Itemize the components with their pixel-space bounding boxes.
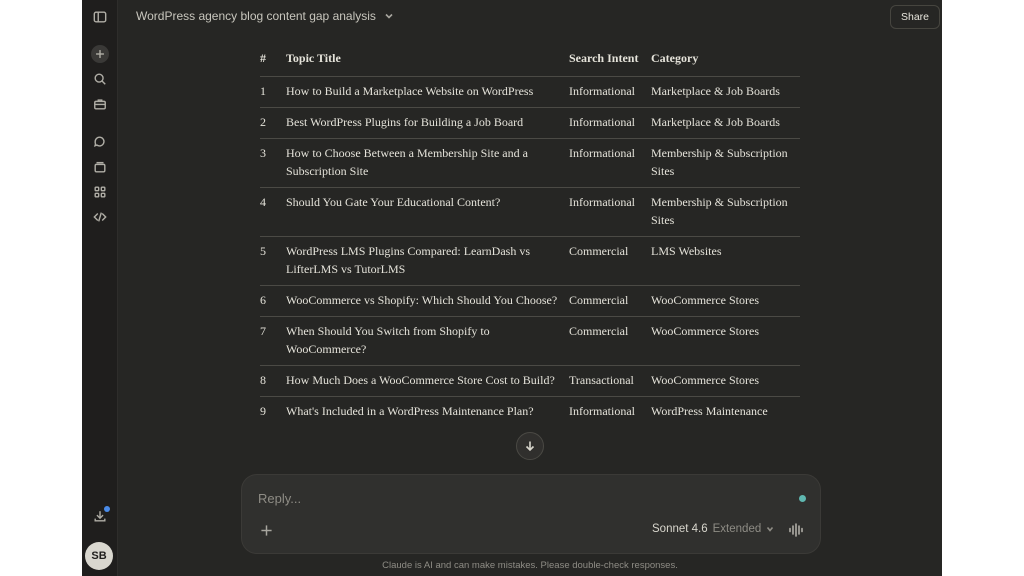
cell-category: WooCommerce Stores [651,324,760,338]
table-row: 9 What's Included in a WordPress Mainten… [260,396,800,428]
cell-title: Should You Gate Your Educational Content… [286,195,501,209]
table-row: 5 WordPress LMS Plugins Compared: LearnD… [260,236,800,286]
cell-intent: Commercial [569,324,629,338]
attach-button[interactable] [257,521,275,539]
waveform-icon [789,523,803,537]
header-num: # [260,51,266,65]
cell-num: 4 [260,195,266,209]
cell-category: WooCommerce Stores [651,373,760,387]
chevron-down-icon [767,526,774,532]
cell-intent: Informational [569,195,635,209]
new-chat-icon[interactable] [91,45,109,63]
message-area[interactable]: # Topic Title Search Intent Category 1 H… [118,34,942,474]
table-row: 7 When Should You Switch from Shopify to… [260,316,800,366]
chat-title-menu[interactable]: WordPress agency blog content gap analys… [136,9,394,23]
cell-intent: Commercial [569,293,629,307]
model-mode: Extended [712,523,762,535]
cell-num: 9 [260,404,266,418]
cell-title: When Should You Switch from Shopify to W… [286,324,490,356]
cell-num: 1 [260,84,266,98]
cell-title: How Much Does a WooCommerce Store Cost t… [286,373,555,387]
cell-intent: Informational [569,84,635,98]
cell-intent: Informational [569,404,635,418]
cell-category: LMS Websites [651,244,722,258]
top-bar: WordPress agency blog content gap analys… [118,0,942,34]
cell-category: Marketplace & Job Boards [651,84,780,98]
reply-composer: Sonnet 4.6 Extended [241,474,821,554]
cell-num: 5 [260,244,266,258]
cell-intent: Commercial [569,244,629,258]
cell-intent: Informational [569,146,635,160]
cell-category: WooCommerce Stores [651,293,760,307]
cell-num: 7 [260,324,266,338]
table-row: 8 How Much Does a WooCommerce Store Cost… [260,365,800,397]
cell-intent: Transactional [569,373,634,387]
cell-num: 3 [260,146,266,160]
cell-intent: Informational [569,115,635,129]
briefcase-icon[interactable] [91,95,109,113]
chat-title: WordPress agency blog content gap analys… [136,9,376,23]
voice-mode-button[interactable] [786,520,806,540]
cell-title: How to Build a Marketplace Website on Wo… [286,84,534,98]
avatar[interactable]: SB [85,542,113,570]
table-row: 6 WooCommerce vs Shopify: Which Should Y… [260,285,800,317]
cell-category: WordPress Maintenance [651,404,768,418]
cell-num: 6 [260,293,266,307]
download-icon[interactable] [91,506,110,525]
notification-dot [104,506,110,512]
header-category: Category [651,51,699,65]
table-header-row: # Topic Title Search Intent Category [260,49,800,77]
cell-category: Membership & Subscription Sites [651,146,788,178]
header-title: Topic Title [286,51,341,65]
cell-num: 8 [260,373,266,387]
cell-title: Best WordPress Plugins for Building a Jo… [286,115,524,129]
table-row: 4 Should You Gate Your Educational Conte… [260,187,800,237]
chats-icon[interactable] [91,133,109,151]
table-row: 2 Best WordPress Plugins for Building a … [260,107,800,139]
chevron-down-icon [385,13,393,19]
projects-icon[interactable] [91,158,109,176]
status-dot [799,495,806,502]
cell-title: WordPress LMS Plugins Compared: LearnDas… [286,244,531,276]
cell-num: 2 [260,115,266,129]
table-row: 3 How to Choose Between a Membership Sit… [260,138,800,188]
model-selector[interactable]: Sonnet 4.6 Extended [652,523,774,535]
table-row: 1 How to Build a Marketplace Website on … [260,76,800,108]
search-icon[interactable] [91,70,109,88]
sidebar: SB [82,0,118,576]
share-button[interactable]: Share [890,5,940,29]
app-window: SB WordPress agency blog content gap ana… [82,0,942,576]
plus-icon [260,524,272,536]
topics-table: # Topic Title Search Intent Category 1 H… [260,49,800,427]
cell-title: WooCommerce vs Shopify: Which Should You… [286,293,558,307]
cell-category: Marketplace & Job Boards [651,115,780,129]
header-intent: Search Intent [569,51,639,65]
scroll-to-bottom-button[interactable] [516,432,544,460]
cell-title: What's Included in a WordPress Maintenan… [286,404,534,418]
sidebar-toggle-icon[interactable] [91,8,109,26]
disclaimer-text: Claude is AI and can make mistakes. Plea… [382,560,678,571]
reply-input[interactable] [258,491,758,506]
code-icon[interactable] [91,208,109,226]
cell-category: Membership & Subscription Sites [651,195,788,227]
arrow-down-icon [525,441,535,452]
artifacts-icon[interactable] [91,183,109,201]
model-name: Sonnet 4.6 [652,523,708,535]
cell-title: How to Choose Between a Membership Site … [286,146,528,178]
